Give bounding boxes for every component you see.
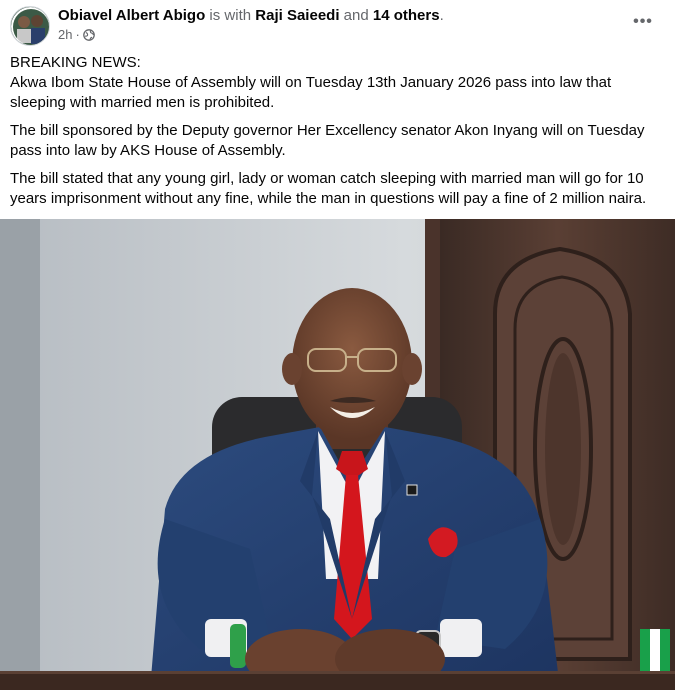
globe-icon[interactable] <box>82 29 95 41</box>
post-photo[interactable] <box>0 219 675 690</box>
author-line: Obiavel Albert Abigo is with Raji Saieed… <box>58 7 444 25</box>
more-options-button[interactable]: ••• <box>629 10 657 34</box>
post-paragraph: Akwa Ibom State House of Assembly will o… <box>10 74 612 111</box>
post-paragraph: The bill sponsored by the Deputy governo… <box>10 122 645 159</box>
tagged-person-link[interactable]: Raji Saieedi <box>255 7 339 24</box>
post-timestamp[interactable]: 2h <box>58 27 72 43</box>
others-link[interactable]: 14 others <box>373 7 440 24</box>
post-paragraph: The bill stated that any young girl, lad… <box>10 170 647 207</box>
with-text: is with <box>209 7 252 24</box>
post-header: Obiavel Albert Abigo is with Raji Saieed… <box>0 0 675 46</box>
author-avatar[interactable] <box>10 6 50 46</box>
and-text: and <box>343 7 369 24</box>
post-body: BREAKING NEWS: Akwa Ibom State House of … <box>10 53 665 217</box>
author-name-link[interactable]: Obiavel Albert Abigo <box>58 7 205 24</box>
post-meta: 2h · <box>58 27 95 43</box>
post-headline: BREAKING NEWS: <box>10 54 141 71</box>
meta-separator: · <box>75 27 80 42</box>
period-text: . <box>439 7 444 24</box>
facebook-post: Obiavel Albert Abigo is with Raji Saieed… <box>0 0 675 690</box>
